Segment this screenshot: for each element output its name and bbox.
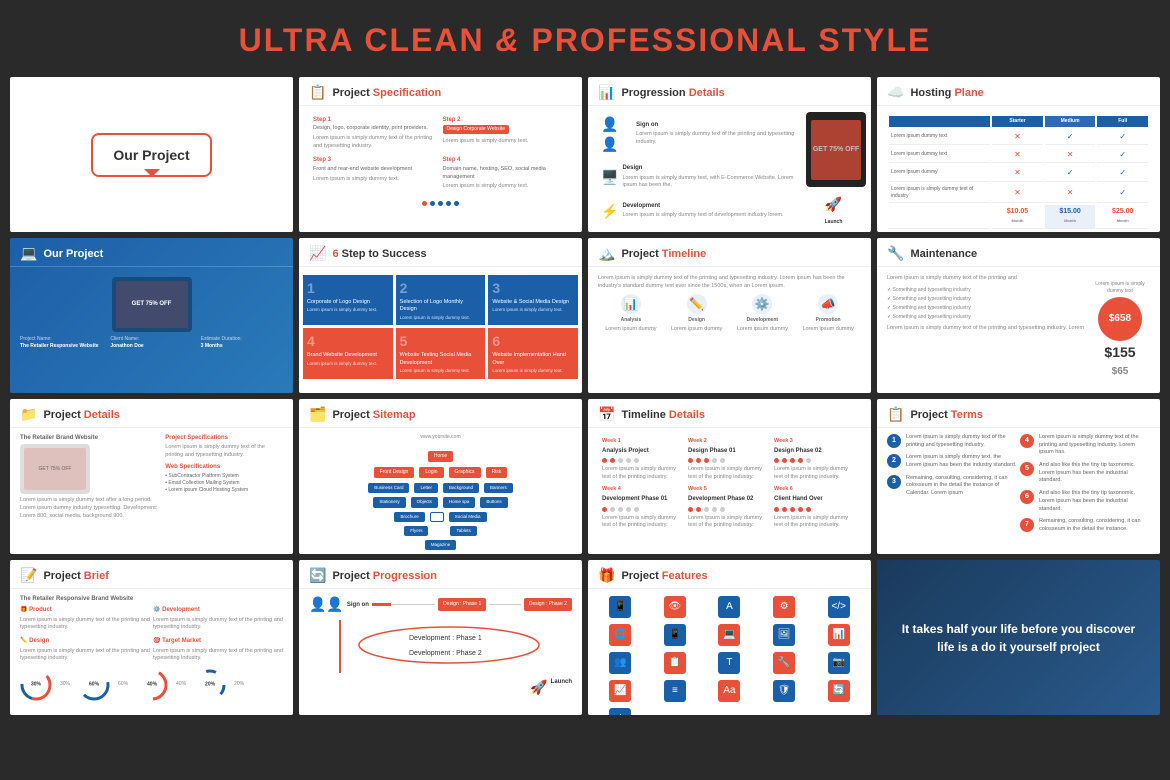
- title-part2: PROFESSIONAL STYLE: [531, 22, 931, 58]
- slide7-content: Lorem ipsum is simply dummy text of the …: [588, 267, 871, 393]
- slide3-icon: 📊: [598, 84, 615, 101]
- title-part1: ULTRA CLEAN: [239, 22, 485, 58]
- slide7-title: Project Timeline: [621, 248, 706, 260]
- slide-maintenance: 🔧 Maintenance Lorem ipsum is simply dumm…: [877, 238, 1160, 393]
- quote-text: It takes half your life before you disco…: [892, 620, 1145, 656]
- slide2-header: 📋 Project Specification: [299, 77, 582, 106]
- slide-our-project-blue: 💻 Our Project GET 75% OFF Project Name: …: [10, 238, 293, 393]
- slide-step-to-success: 📈 6 Step to Success 1 Corporate of Logo …: [299, 238, 582, 393]
- slide6-content: 1 Corporate of Logo Design Lorem ipsum i…: [299, 267, 582, 393]
- slide9-header: 📁 Project Details: [10, 399, 293, 428]
- slide-timeline-details: 📅 Timeline Details Week 1 Analysis Proje…: [588, 399, 871, 554]
- slide6-title: 6 Step to Success: [332, 248, 426, 260]
- slide3-header: 📊 Progression Details: [588, 77, 871, 106]
- slide2-title: Project Specification: [332, 87, 441, 99]
- slide-quote: It takes half your life before you disco…: [877, 560, 1160, 715]
- slide9-icon: 📁: [20, 406, 37, 423]
- slide7-header: 🏔️ Project Timeline: [588, 238, 871, 267]
- slide6-header: 📈 6 Step to Success: [299, 238, 582, 267]
- slide13-header: 📝 Project Brief: [10, 560, 293, 589]
- slide10-content: www.yoursite.com Home Front Design Login…: [299, 428, 582, 554]
- slide13-title: Project Brief: [43, 570, 108, 582]
- slide10-header: 🗂️ Project Sitemap: [299, 399, 582, 428]
- slide-our-project-simple: Our Project: [10, 77, 293, 232]
- slides-grid: Our Project 📋 Project Specification Step…: [0, 77, 1170, 725]
- slide15-title: Project Features: [621, 570, 707, 582]
- slide-project-features: 🎁 Project Features 📱 👁 A ⚙ </>: [588, 560, 871, 715]
- slide11-header: 📅 Timeline Details: [588, 399, 871, 428]
- slide2-icon: 📋: [309, 84, 326, 101]
- slide12-title: Project Terms: [910, 409, 983, 421]
- slide-project-details: 📁 Project Details The Retailer Brand Web…: [10, 399, 293, 554]
- slide-project-sitemap: 🗂️ Project Sitemap www.yoursite.com Home…: [299, 399, 582, 554]
- slide8-title: Maintenance: [910, 248, 977, 260]
- slide3-content: 👤👤 Sign on Lorem ipsum is simply dummy t…: [588, 106, 871, 232]
- slide15-icon: 🎁: [598, 567, 615, 584]
- slide15-content: 📱 👁 A ⚙ </> 🌐 📱: [588, 589, 871, 715]
- slide6-icon: 📈: [309, 245, 326, 262]
- slide5-header: 💻 Our Project: [10, 238, 293, 267]
- slide-project-brief: 📝 Project Brief The Retailer Responsive …: [10, 560, 293, 715]
- slide8-icon: 🔧: [887, 245, 904, 262]
- slide12-header: 📋 Project Terms: [877, 399, 1160, 428]
- page-title: ULTRA CLEAN & PROFESSIONAL STYLE: [0, 0, 1170, 77]
- slide3-title: Progression Details: [621, 87, 724, 99]
- slide5-title: Our Project: [43, 248, 103, 260]
- slide11-icon: 📅: [598, 406, 615, 423]
- slide-hosting-plane: ☁️ Hosting Plane Starter Medium Full Lor…: [877, 77, 1160, 232]
- slide14-content: 👤👤 Sign on Design : Phase 1 Design : Pha…: [299, 589, 582, 715]
- slide7-icon: 🏔️: [598, 245, 615, 262]
- slide13-content: The Retailer Responsive Brand Website 🎁 …: [10, 589, 293, 715]
- slide8-content: Lorem ipsum is simply dummy text of the …: [877, 267, 1160, 393]
- slide-project-timeline: 🏔️ Project Timeline Lorem ipsum is simpl…: [588, 238, 871, 393]
- slide13-icon: 📝: [20, 567, 37, 584]
- slide10-title: Project Sitemap: [332, 409, 415, 421]
- slide4-header: ☁️ Hosting Plane: [877, 77, 1160, 106]
- speech-bubble: Our Project: [91, 133, 211, 177]
- slide-project-progression: 🔄 Project Progression 👤👤 Sign on Design …: [299, 560, 582, 715]
- slide-project-specification: 📋 Project Specification Step 1 Design, l…: [299, 77, 582, 232]
- slide8-header: 🔧 Maintenance: [877, 238, 1160, 267]
- svg-text:Development : Phase 2: Development : Phase 2: [409, 650, 482, 657]
- slide4-title: Hosting Plane: [910, 87, 983, 99]
- slide-progression-details: 📊 Progression Details 👤👤 Sign on Lorem i…: [588, 77, 871, 232]
- slide4-content: Starter Medium Full Lorem ipsum dummy te…: [877, 106, 1160, 232]
- slide12-icon: 📋: [887, 406, 904, 423]
- slide9-title: Project Details: [43, 409, 119, 421]
- slide12-content: 1 Lorem ipsum is simply dummy text of th…: [877, 428, 1160, 554]
- svg-text:Development : Phase 1: Development : Phase 1: [409, 635, 482, 642]
- slide14-header: 🔄 Project Progression: [299, 560, 582, 589]
- slide11-title: Timeline Details: [621, 409, 705, 421]
- slide14-title: Project Progression: [332, 570, 437, 582]
- title-amp: &: [485, 22, 532, 58]
- slide14-icon: 🔄: [309, 567, 326, 584]
- slide9-content: The Retailer Brand Website GET 75% OFF L…: [10, 428, 293, 554]
- slide4-icon: ☁️: [887, 84, 904, 101]
- slide1-title: Our Project: [113, 147, 189, 163]
- slide5-content: GET 75% OFF Project Name: The Retailer R…: [10, 267, 293, 393]
- slide10-icon: 🗂️: [309, 406, 326, 423]
- slide11-content: Week 1 Analysis Project Lorem ipsum is s…: [588, 428, 871, 554]
- slide5-icon: 💻: [20, 245, 37, 262]
- slide-project-terms: 📋 Project Terms 1 Lorem ipsum is simply …: [877, 399, 1160, 554]
- slide15-header: 🎁 Project Features: [588, 560, 871, 589]
- slide2-content: Step 1 Design, logo, corporate identity,…: [299, 106, 582, 232]
